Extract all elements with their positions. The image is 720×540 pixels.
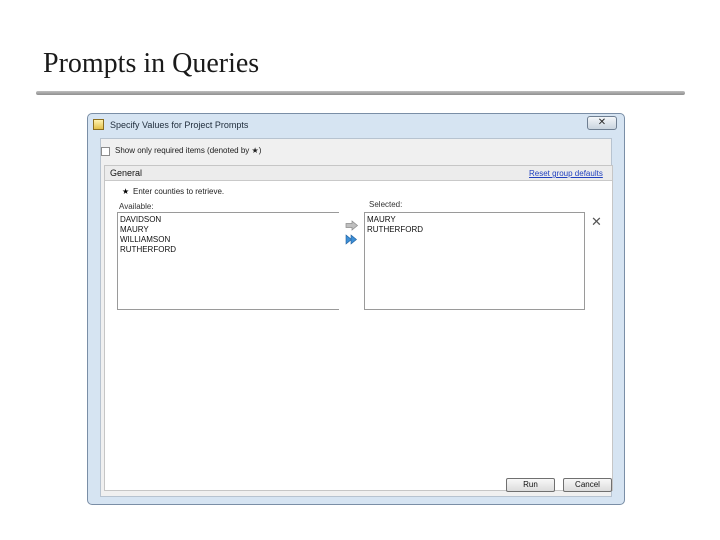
right-arrow-icon[interactable] <box>345 220 359 231</box>
available-label: Available: <box>119 202 154 211</box>
list-item[interactable]: WILLIAMSON <box>118 235 339 245</box>
cancel-button[interactable]: Cancel <box>563 478 612 492</box>
prompt-group-general: General Reset group defaults ★ Enter cou… <box>104 165 613 491</box>
group-header: General Reset group defaults <box>105 166 612 181</box>
title-divider <box>36 91 685 95</box>
selected-list[interactable]: MAURY RUTHERFORD <box>364 212 585 310</box>
dialog-content: Show only required items (denoted by ★) … <box>100 138 613 497</box>
show-required-label[interactable]: Show only required items (denoted by ★) <box>115 146 261 155</box>
prompt-text: Enter counties to retrieve. <box>133 187 225 196</box>
list-item[interactable]: MAURY <box>118 225 339 235</box>
group-name: General <box>110 168 143 178</box>
dialog-titlebar[interactable]: Specify Values for Project Prompts ✕ <box>88 114 624 136</box>
prompt-app-icon <box>93 119 104 130</box>
available-list[interactable]: DAVIDSON MAURY WILLIAMSON RUTHERFORD <box>117 212 339 310</box>
list-item[interactable]: RUTHERFORD <box>365 225 584 235</box>
list-item[interactable]: DAVIDSON <box>118 215 339 225</box>
slide-title: Prompts in Queries <box>43 48 260 79</box>
list-item[interactable]: MAURY <box>365 215 584 225</box>
reset-group-defaults-link[interactable]: Reset group defaults <box>529 169 603 178</box>
dialog-title: Specify Values for Project Prompts <box>110 120 249 130</box>
double-right-arrow-icon[interactable] <box>345 234 359 245</box>
show-required-checkbox[interactable] <box>101 147 110 156</box>
prompt-dialog: Specify Values for Project Prompts ✕ Sho… <box>87 113 625 505</box>
clear-x-icon[interactable]: ✕ <box>591 215 602 228</box>
run-button[interactable]: Run <box>506 478 555 492</box>
required-star-icon: ★ <box>122 187 130 196</box>
selected-label: Selected: <box>369 200 403 209</box>
close-button[interactable]: ✕ <box>587 116 617 130</box>
list-item[interactable]: RUTHERFORD <box>118 245 339 255</box>
